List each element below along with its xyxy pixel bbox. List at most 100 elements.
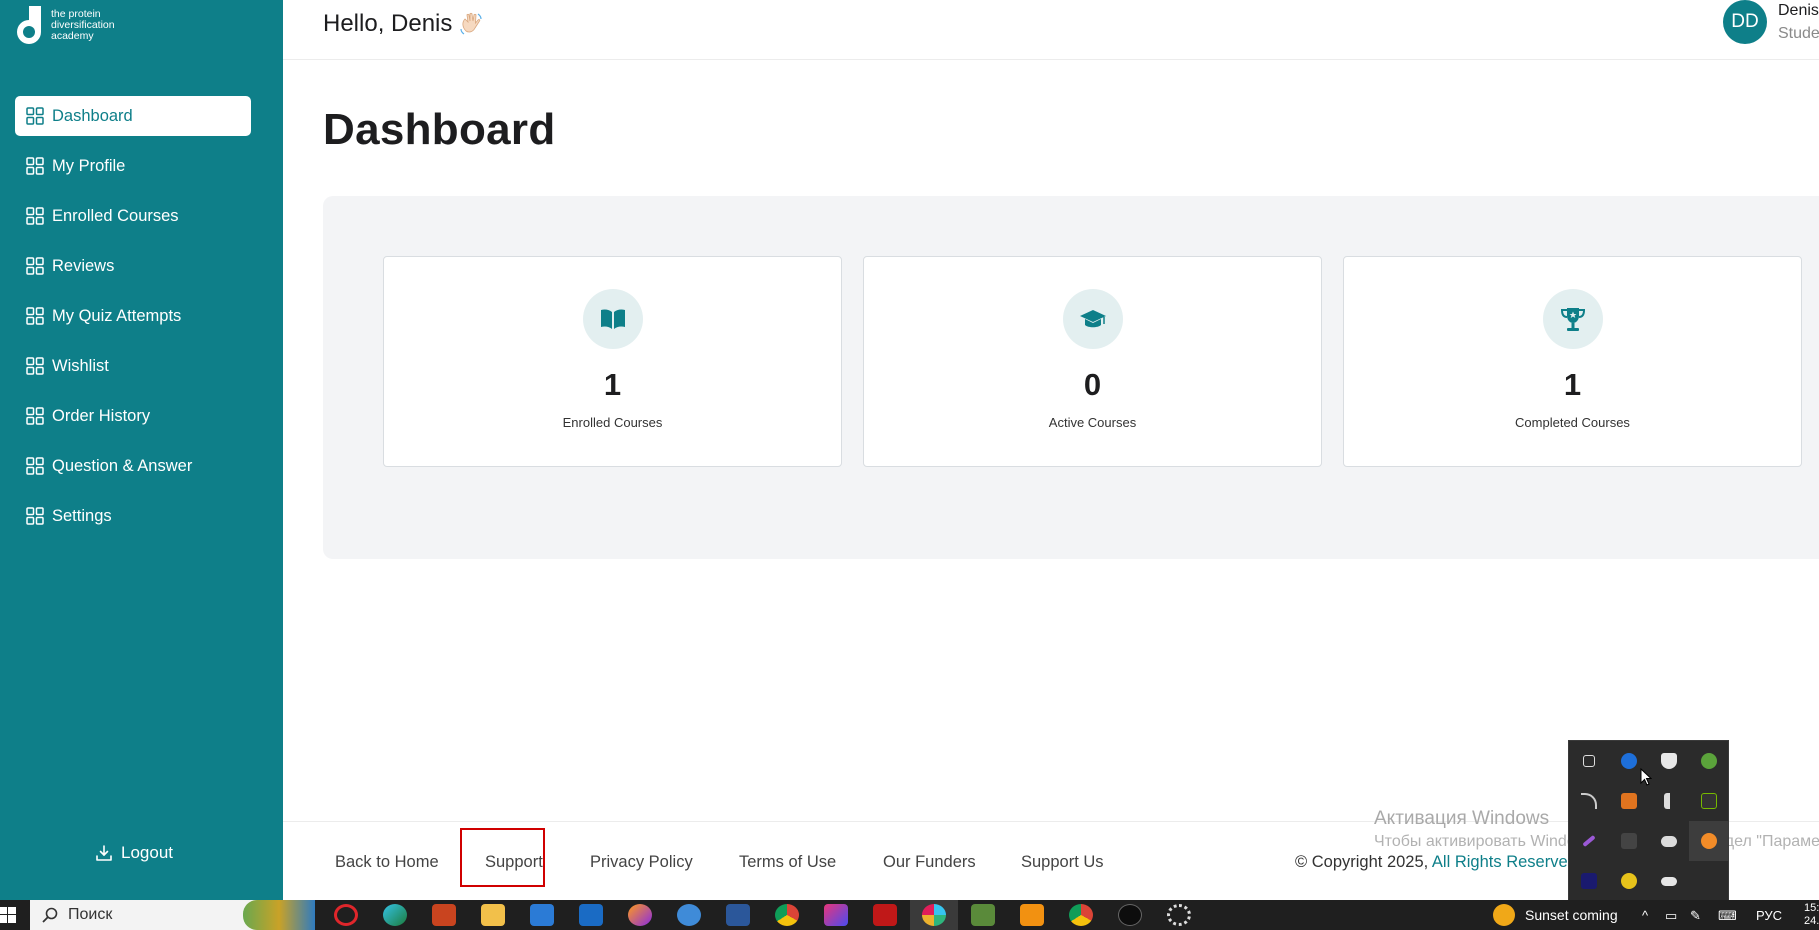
minecraft-taskbar-icon[interactable] (971, 904, 995, 926)
firefox-taskbar-icon[interactable] (628, 904, 652, 926)
sidebar-item-wishlist[interactable]: Wishlist (15, 346, 251, 386)
shield-icon[interactable] (1649, 741, 1689, 781)
footer-link-terms-of-use[interactable]: Terms of Use (739, 853, 836, 872)
page-title: Dashboard (323, 105, 556, 154)
upwork-taskbar-icon[interactable] (1118, 904, 1142, 926)
sidebar-item-enrolled-courses[interactable]: Enrolled Courses (15, 196, 251, 236)
sidebar-item-dashboard[interactable]: Dashboard (15, 96, 251, 136)
logo-mark-icon (14, 6, 44, 44)
grid-icon (26, 407, 44, 425)
slack-taskbar-icon[interactable] (922, 904, 946, 926)
taskbar-search[interactable]: Поиск (30, 900, 315, 930)
all-rights-reserved-link[interactable]: All Rights Reserved (1432, 853, 1577, 871)
language-indicator[interactable]: РУС (1756, 908, 1782, 923)
stat-card-active: 0 Active Courses (863, 256, 1322, 467)
brand-name: the protein diversification academy (51, 7, 115, 42)
sidebar-item-my-profile[interactable]: My Profile (15, 146, 251, 186)
weather-widget[interactable]: Sunset coming (1493, 904, 1618, 926)
powerpoint-taskbar-icon[interactable] (432, 904, 456, 926)
onedrive-icon[interactable] (1649, 861, 1689, 901)
mcafee-taskbar-icon[interactable] (873, 904, 897, 926)
clock[interactable]: 15: 24.1 (1804, 902, 1819, 928)
footer-link-our-funders[interactable]: Our Funders (883, 853, 976, 872)
store-taskbar-icon[interactable] (530, 904, 554, 926)
search-highlight-image (243, 900, 315, 930)
windows-taskbar: Поиск Sunset coming ^ ▭ ✎ ⌨ РУС 15: 24. (0, 900, 1819, 930)
app-taskbar-icon[interactable] (677, 904, 701, 926)
sidebar-item-label: Question & Answer (52, 456, 193, 475)
stat-label: Active Courses (1048, 415, 1137, 430)
grid-icon (26, 307, 44, 325)
user-name: Denis (1778, 2, 1819, 19)
tray-expand-chevron-icon[interactable]: ^ (1642, 908, 1648, 923)
weather-text: Sunset coming (1525, 907, 1618, 923)
app-window: the protein diversification academy Dash… (0, 0, 1819, 930)
sidebar-item-settings[interactable]: Settings (15, 496, 251, 536)
footer-link-privacy-policy[interactable]: Privacy Policy (590, 853, 693, 872)
sidebar-item-reviews[interactable]: Reviews (15, 246, 251, 286)
user-role: Stude (1778, 25, 1819, 42)
greeting-text: Hello, Denis (323, 10, 453, 37)
torrent-icon[interactable] (1689, 741, 1729, 781)
webcam-icon[interactable] (1569, 741, 1609, 781)
edge-taskbar-icon[interactable] (383, 904, 407, 926)
sidebar-item-question-answer[interactable]: Question & Answer (15, 446, 251, 486)
search-icon (42, 907, 58, 923)
book-open-icon (582, 289, 643, 349)
app-taskbar-icon[interactable] (1020, 904, 1044, 926)
chrome-taskbar-icon[interactable] (775, 904, 799, 926)
grid-icon (26, 207, 44, 225)
pen-icon[interactable] (1569, 821, 1609, 861)
volume-icon[interactable] (1649, 781, 1689, 821)
logout-button[interactable]: Logout (95, 843, 173, 863)
sidebar-item-my-quiz-attempts[interactable]: My Quiz Attempts (15, 296, 251, 336)
file-explorer-taskbar-icon[interactable] (481, 904, 505, 926)
copyright: © Copyright 2025, All Rights Reserved (1295, 853, 1577, 872)
stat-value: 0 (1083, 367, 1102, 402)
jetbrains-taskbar-icon[interactable] (824, 904, 848, 926)
stat-value: 1 (1563, 367, 1582, 402)
waving-hand-icon (460, 12, 482, 35)
grid-icon (26, 107, 44, 125)
stat-card-completed: 1 Completed Courses (1343, 256, 1802, 467)
settings-taskbar-icon[interactable] (1167, 904, 1191, 926)
sidebar-item-label: Dashboard (52, 106, 133, 125)
pen-tray-icon[interactable]: ✎ (1690, 908, 1701, 924)
outlook-taskbar-icon[interactable] (579, 904, 603, 926)
avatar[interactable]: DD (1723, 0, 1767, 44)
top-header: Hello, Denis DD Denis Stude (283, 0, 1819, 60)
jetbrains-icon[interactable] (1569, 861, 1609, 901)
trophy-icon (1542, 289, 1603, 349)
app-tray-icon[interactable] (1609, 821, 1649, 861)
app-tray-icon[interactable] (1609, 861, 1649, 901)
logout-icon (96, 845, 112, 861)
word-taskbar-icon[interactable] (726, 904, 750, 926)
firefox-tray-icon[interactable] (1689, 821, 1729, 861)
sunset-icon (1493, 904, 1515, 926)
grid-icon (26, 357, 44, 375)
sidebar-item-order-history[interactable]: Order History (15, 396, 251, 436)
stat-label: Enrolled Courses (562, 415, 663, 430)
sidebar-item-label: My Profile (52, 156, 126, 175)
footer-link-back-to-home[interactable]: Back to Home (335, 853, 439, 872)
network-icon[interactable] (1569, 781, 1609, 821)
opera-taskbar-icon[interactable] (334, 904, 358, 926)
mouse-cursor-icon (1640, 768, 1652, 786)
search-placeholder: Поиск (68, 906, 113, 923)
copyright-text: © Copyright 2025, (1295, 853, 1429, 871)
sidebar: the protein diversification academy Dash… (0, 0, 283, 900)
footer-link-support[interactable]: Support (485, 853, 543, 872)
brand-logo[interactable]: the protein diversification academy (14, 6, 115, 44)
graduation-cap-icon (1062, 289, 1123, 349)
sidebar-nav: Dashboard My Profile Enrolled Courses Re… (15, 96, 251, 546)
footer-link-support-us[interactable]: Support Us (1021, 853, 1104, 872)
nvidia-icon[interactable] (1689, 781, 1729, 821)
battery-icon[interactable]: ▭ (1665, 908, 1677, 924)
windows-start-icon[interactable] (0, 907, 16, 923)
discord-icon[interactable] (1649, 821, 1689, 861)
keyboard-icon[interactable]: ⌨ (1718, 908, 1737, 924)
app-tray-icon[interactable] (1609, 781, 1649, 821)
stats-panel: 1 Enrolled Courses 0 Active Courses 1 Co… (323, 196, 1819, 559)
greeting: Hello, Denis (323, 10, 484, 38)
chrome-taskbar-icon[interactable] (1069, 904, 1093, 926)
